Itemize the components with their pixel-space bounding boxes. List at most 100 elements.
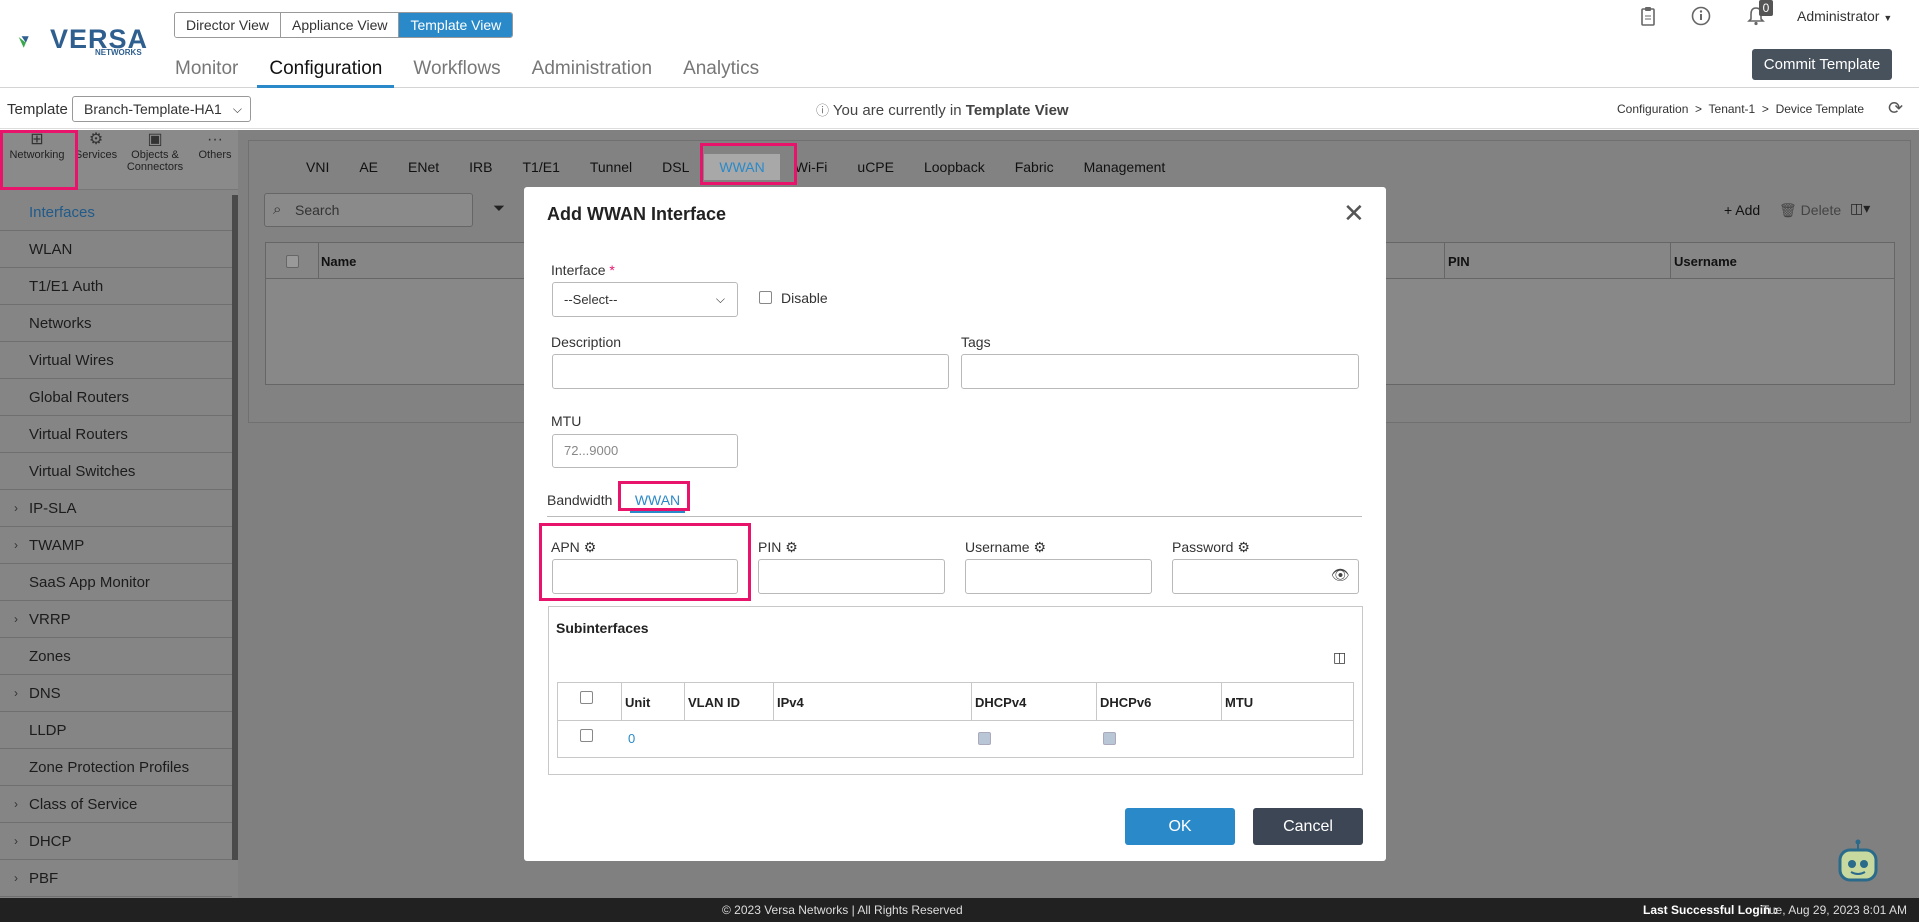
ok-button[interactable]: OK xyxy=(1125,808,1235,845)
sidebar-scrollbar[interactable] xyxy=(232,195,238,860)
gear-icon[interactable]: ⚙ xyxy=(1237,539,1250,555)
interface-select[interactable]: --Select-- ⌵ xyxy=(552,282,738,317)
tags-input[interactable] xyxy=(961,354,1359,389)
info-icon[interactable] xyxy=(1690,6,1712,28)
nav-monitor[interactable]: Monitor xyxy=(175,56,238,88)
sidebar-item[interactable]: Interfaces xyxy=(0,194,232,231)
tab-irb[interactable]: IRB xyxy=(454,159,507,180)
add-button[interactable]: + Add xyxy=(1724,202,1760,218)
nav-configuration[interactable]: Configuration xyxy=(257,56,395,88)
others-tab[interactable]: ··· Others xyxy=(192,132,238,162)
tab-enet[interactable]: ENet xyxy=(393,159,454,180)
sidebar-item[interactable]: Virtual Switches xyxy=(0,453,232,490)
appliance-view-button[interactable]: Appliance View xyxy=(281,13,400,37)
template-view-button[interactable]: Template View xyxy=(399,13,513,37)
eye-icon[interactable]: 👁 xyxy=(1331,566,1350,584)
breadcrumb-configuration[interactable]: Configuration xyxy=(1617,102,1688,116)
caret-down-icon: ▼ xyxy=(1883,13,1893,23)
sidebar-item-label: Virtual Wires xyxy=(29,352,114,369)
sidebar-item[interactable]: WLAN xyxy=(0,231,232,268)
chevron-right-icon: › xyxy=(14,834,18,848)
col-unit: Unit xyxy=(625,695,651,710)
sidebar-item[interactable]: Zone Protection Profiles xyxy=(0,749,232,786)
select-all-checkbox[interactable] xyxy=(286,255,299,268)
sidebar-item-label: Zones xyxy=(29,648,71,665)
sidebar-item[interactable]: › DNS xyxy=(0,675,232,712)
main-nav: Monitor Configuration Workflows Administ… xyxy=(175,56,759,88)
row-checkbox[interactable] xyxy=(580,729,593,742)
username-input[interactable] xyxy=(965,559,1152,594)
search-input[interactable]: ⌕ Search xyxy=(264,193,473,227)
nav-administration[interactable]: Administration xyxy=(532,56,652,88)
tab-fabric[interactable]: Fabric xyxy=(1000,159,1069,180)
tab-ucpe[interactable]: uCPE xyxy=(842,159,909,180)
columns-icon[interactable]: ◫ xyxy=(1333,649,1346,666)
sidebar-item[interactable]: › Class of Service xyxy=(0,786,232,823)
director-view-button[interactable]: Director View xyxy=(175,13,281,37)
pin-input[interactable] xyxy=(758,559,945,594)
breadcrumb: Configuration > Tenant-1 > Device Templa… xyxy=(1617,102,1865,116)
sidebar-item[interactable]: T1/E1 Auth xyxy=(0,268,232,305)
subinterfaces-title: Subinterfaces xyxy=(556,620,649,636)
close-icon[interactable]: ✕ xyxy=(1343,198,1365,229)
subinterfaces-header: Unit VLAN ID IPv4 DHCPv4 DHCPv6 MTU xyxy=(558,683,1353,721)
breadcrumb-tenant[interactable]: Tenant-1 xyxy=(1709,102,1756,116)
add-label: Add xyxy=(1735,202,1761,218)
sidebar-item[interactable]: Global Routers xyxy=(0,379,232,416)
tab-loopback[interactable]: Loopback xyxy=(909,159,1000,180)
select-all-checkbox[interactable] xyxy=(580,691,593,704)
networking-highlight xyxy=(0,130,78,190)
password-input[interactable]: 👁 xyxy=(1172,559,1359,594)
sidebar-item[interactable]: SaaS App Monitor xyxy=(0,564,232,601)
sidebar-item[interactable]: › VRRP xyxy=(0,601,232,638)
unit-link[interactable]: 0 xyxy=(628,731,635,746)
tab-vni[interactable]: VNI xyxy=(291,159,344,180)
clipboard-icon[interactable] xyxy=(1637,6,1659,28)
nav-workflows[interactable]: Workflows xyxy=(413,56,500,88)
filter-icon[interactable]: ⏷ xyxy=(493,200,505,217)
sidebar-item[interactable]: › IP-SLA xyxy=(0,490,232,527)
assistant-bot-icon[interactable] xyxy=(1834,838,1882,888)
template-select[interactable]: Branch-Template-HA1 ⌵ xyxy=(72,96,251,122)
mtu-input[interactable]: 72...9000 xyxy=(552,434,738,468)
description-label: Description xyxy=(551,334,622,350)
disable-checkbox[interactable] xyxy=(759,291,772,304)
delete-button[interactable]: 🗑 Delete xyxy=(1779,202,1841,219)
tab-tunnel[interactable]: Tunnel xyxy=(575,159,647,180)
refresh-icon[interactable]: ⟳ xyxy=(1888,98,1903,119)
view-info: ⓘ You are currently in Template View xyxy=(816,100,1069,119)
tab-dsl[interactable]: DSL xyxy=(647,159,704,180)
gear-icon[interactable]: ⚙ xyxy=(785,539,798,555)
description-input[interactable] xyxy=(552,354,949,389)
required-marker: * xyxy=(609,262,615,278)
sidebar-item[interactable]: Virtual Routers xyxy=(0,416,232,453)
sidebar-item[interactable]: › PBF xyxy=(0,860,232,897)
sidebar-item-label: SaaS App Monitor xyxy=(29,574,150,591)
sidebar-item[interactable]: › TWAMP xyxy=(0,527,232,564)
nav-analytics[interactable]: Analytics xyxy=(683,56,759,88)
tab-management[interactable]: Management xyxy=(1069,159,1181,180)
services-tab[interactable]: ⚙ Services xyxy=(72,132,120,162)
view-info-text: You are currently in xyxy=(832,102,962,119)
gear-icon[interactable]: ⚙ xyxy=(1033,539,1046,555)
col-dhcpv4: DHCPv4 xyxy=(975,695,1027,710)
tab-bandwidth[interactable]: Bandwidth xyxy=(547,492,612,508)
info-circle-icon: ⓘ xyxy=(816,103,830,118)
sidebar-item[interactable]: Zones xyxy=(0,638,232,675)
sidebar-item[interactable]: Networks xyxy=(0,305,232,342)
sidebar-item-label: Global Routers xyxy=(29,389,130,406)
breadcrumb-device-template[interactable]: Device Template xyxy=(1776,102,1865,116)
sidebar-item[interactable]: LLDP xyxy=(0,712,232,749)
tab-ae[interactable]: AE xyxy=(344,159,393,180)
tab-t1-e1[interactable]: T1/E1 xyxy=(508,159,575,180)
objects-connectors-tab[interactable]: ▣ Objects & Connectors xyxy=(122,132,188,174)
connectors-label: Connectors xyxy=(126,161,184,173)
cancel-button[interactable]: Cancel xyxy=(1253,808,1363,845)
apn-highlight xyxy=(539,523,751,601)
user-menu[interactable]: Administrator ▼ xyxy=(1797,8,1892,24)
commit-template-button[interactable]: Commit Template xyxy=(1752,49,1892,80)
col-mtu: MTU xyxy=(1225,695,1254,710)
sidebar-item[interactable]: Virtual Wires xyxy=(0,342,232,379)
sidebar-item[interactable]: › DHCP xyxy=(0,823,232,860)
columns-icon[interactable]: ◫▾ xyxy=(1850,200,1870,217)
